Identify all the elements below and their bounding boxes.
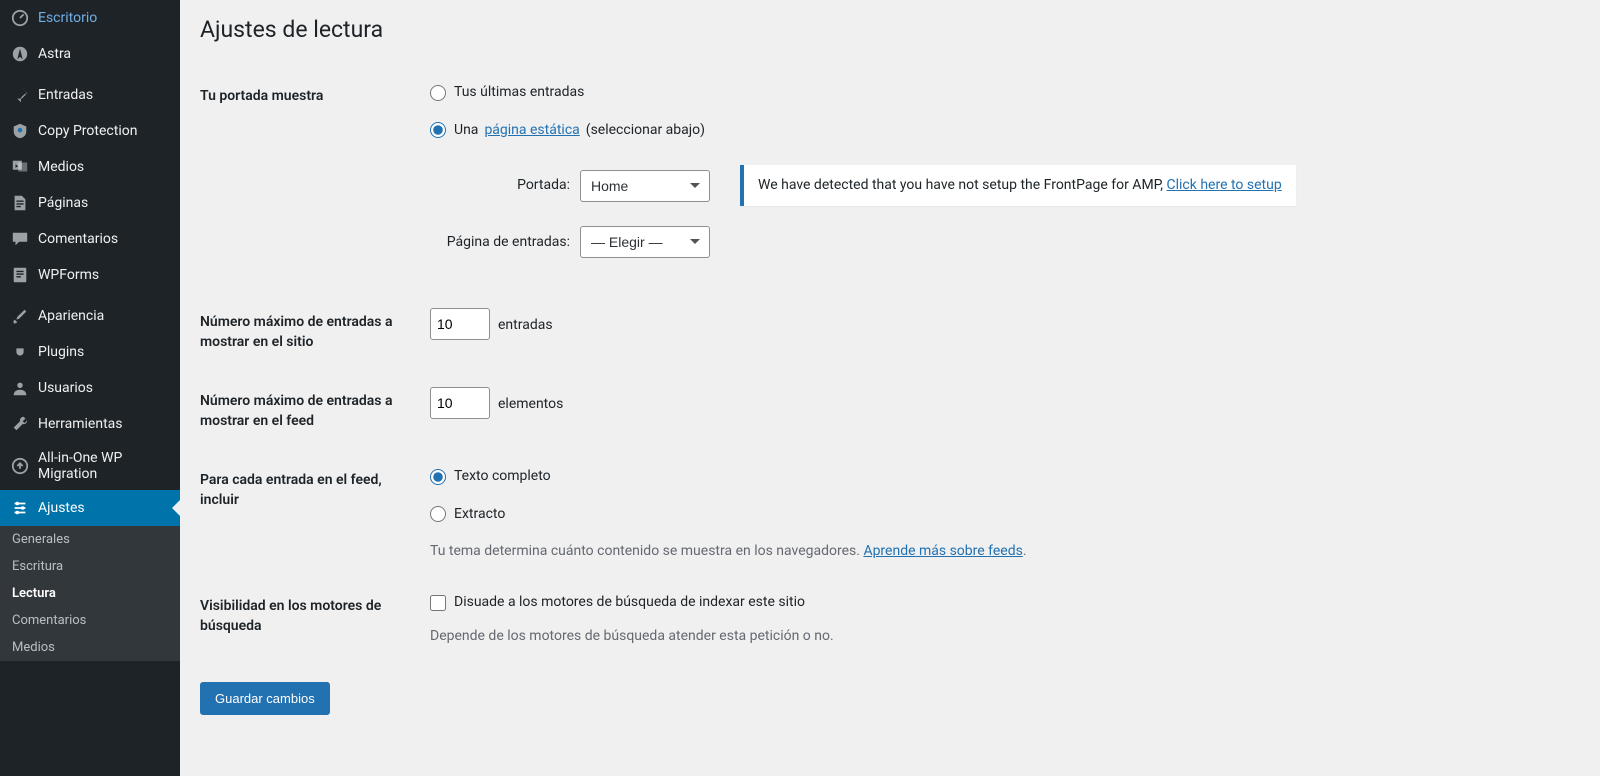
learn-feeds-link[interactable]: Aprende más sobre feeds <box>863 543 1022 559</box>
frontpage-static-option[interactable]: Una página estática (seleccionar abajo) <box>430 120 705 141</box>
sidebar-item-label: Astra <box>38 46 71 62</box>
homepage-select-label: Portada: <box>430 175 570 196</box>
discourage-search-checkbox[interactable] <box>430 595 446 611</box>
astra-icon <box>10 44 30 64</box>
submenu-item-medios[interactable]: Medios <box>0 634 180 661</box>
posts-per-rss-label: Número máximo de entradas a mostrar en e… <box>200 372 420 451</box>
sidebar-item-label: Plugins <box>38 344 84 360</box>
discourage-search-option[interactable]: Disuade a los motores de búsqueda de ind… <box>430 592 805 613</box>
save-button[interactable]: Guardar cambios <box>200 682 330 715</box>
submenu-item-label: Generales <box>0 526 180 553</box>
content-area: Ajustes de lectura Tu portada muestra Tu… <box>180 0 1600 776</box>
sidebar-item-copy-protection[interactable]: Copy Protection <box>0 113 180 149</box>
sidebar-item-apariencia[interactable]: Apariencia <box>0 298 180 334</box>
feed-full-radio[interactable] <box>430 469 446 485</box>
search-visibility-desc: Depende de los motores de búsqueda atend… <box>430 626 1570 647</box>
feed-excerpt-option[interactable]: Extracto <box>430 504 505 525</box>
sidebar-item-medios[interactable]: Medios <box>0 149 180 185</box>
plug-icon <box>10 342 30 362</box>
sidebar-item-label: Entradas <box>38 87 93 103</box>
posts-per-page-suffix: entradas <box>498 317 553 333</box>
sidebar-item-astra[interactable]: Astra <box>0 36 180 72</box>
sidebar-item-wpforms[interactable]: WPForms <box>0 257 180 293</box>
amp-setup-link[interactable]: Click here to setup <box>1167 177 1282 193</box>
sidebar-item-plugins[interactable]: Plugins <box>0 334 180 370</box>
sidebar-item-herramientas[interactable]: Herramientas <box>0 406 180 442</box>
sidebar-item-usuarios[interactable]: Usuarios <box>0 370 180 406</box>
sidebar-item-entradas[interactable]: Entradas <box>0 77 180 113</box>
sidebar-item-label: All-in-One WP Migration <box>38 450 170 482</box>
posts-per-page-input[interactable] <box>430 308 490 340</box>
homepage-select[interactable]: Home <box>580 170 710 202</box>
sidebar-item-all-in-one-wp-migration[interactable]: All-in-One WP Migration <box>0 442 180 490</box>
admin-sidebar: Escritorio Astra Entradas Copy Protection M… <box>0 0 180 776</box>
dashboard-icon <box>10 8 30 28</box>
sidebar-item-label: Apariencia <box>38 308 104 324</box>
submenu-item-escritura[interactable]: Escritura <box>0 553 180 580</box>
pin-icon <box>10 85 30 105</box>
sidebar-item-label: Comentarios <box>38 231 118 247</box>
submenu-item-label: Comentarios <box>0 607 180 634</box>
feed-excerpt-radio[interactable] <box>430 506 446 522</box>
feed-full-option[interactable]: Texto completo <box>430 466 551 487</box>
sidebar-item-label: Escritorio <box>38 10 97 26</box>
sidebar-item-label: Páginas <box>38 195 88 211</box>
frontpage-latest-option[interactable]: Tus últimas entradas <box>430 82 584 103</box>
sidebar-item-label: Copy Protection <box>38 123 137 139</box>
sidebar-item-label: Herramientas <box>38 416 123 432</box>
settings-icon <box>10 498 30 518</box>
wrench-icon <box>10 414 30 434</box>
posts-per-rss-suffix: elementos <box>498 396 563 412</box>
search-visibility-label: Visibilidad en los motores de búsqueda <box>200 577 420 662</box>
posts-per-page-label: Número máximo de entradas a mostrar en e… <box>200 293 420 372</box>
form-icon <box>10 265 30 285</box>
migration-icon <box>10 456 30 476</box>
sidebar-item-label: Ajustes <box>38 500 85 516</box>
submenu-item-lectura[interactable]: Lectura <box>0 580 180 607</box>
posts-per-rss-input[interactable] <box>430 387 490 419</box>
feed-include-label: Para cada entrada en el feed, incluir <box>200 451 420 577</box>
submenu-item-label: Lectura <box>0 580 180 607</box>
submenu-item-label: Medios <box>0 634 180 661</box>
sidebar-item-label: WPForms <box>38 267 99 283</box>
sidebar-item-label: Medios <box>38 159 84 175</box>
frontpage-latest-radio[interactable] <box>430 85 446 101</box>
frontpage-label: Tu portada muestra <box>200 67 420 293</box>
posts-page-select-label: Página de entradas: <box>430 232 570 253</box>
sidebar-item-comentarios[interactable]: Comentarios <box>0 221 180 257</box>
user-icon <box>10 378 30 398</box>
submenu-item-generales[interactable]: Generales <box>0 526 180 553</box>
comment-icon <box>10 229 30 249</box>
media-icon <box>10 157 30 177</box>
page-icon <box>10 193 30 213</box>
shield-icon <box>10 121 30 141</box>
page-title: Ajustes de lectura <box>200 16 1580 43</box>
posts-page-select[interactable]: — Elegir — <box>580 226 710 258</box>
feed-description: Tu tema determina cuánto contenido se mu… <box>430 541 1570 562</box>
amp-notice: We have detected that you have not setup… <box>740 165 1296 206</box>
sidebar-item-ajustes[interactable]: Ajustes <box>0 490 180 526</box>
static-page-link[interactable]: página estática <box>484 120 579 141</box>
brush-icon <box>10 306 30 326</box>
submenu-item-comentarios[interactable]: Comentarios <box>0 607 180 634</box>
submenu-item-label: Escritura <box>0 553 180 580</box>
sidebar-item-label: Usuarios <box>38 380 93 396</box>
sidebar-item-escritorio[interactable]: Escritorio <box>0 0 180 36</box>
sidebar-item-páginas[interactable]: Páginas <box>0 185 180 221</box>
frontpage-static-radio[interactable] <box>430 122 446 138</box>
